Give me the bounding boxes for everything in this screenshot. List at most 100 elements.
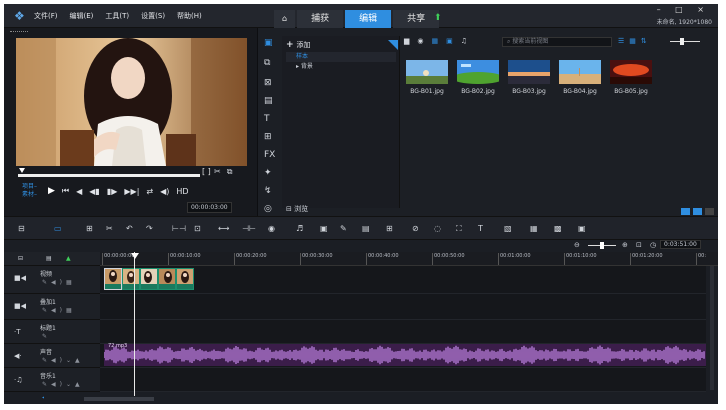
play-icon[interactable]: ▶ [48,186,55,196]
video-clip[interactable] [158,268,176,290]
upload-icon[interactable]: ⬆ [434,13,442,23]
frame-icon[interactable]: ⛶ [456,224,462,234]
track-header-music[interactable]: ·♫ 音乐1 ✎◀)⌄▲ [4,368,100,392]
show-audio-icon[interactable]: ♫ [461,37,467,45]
video-clip[interactable] [122,268,140,290]
track-settings-icon[interactable]: ⊟ [18,255,23,262]
folder-item[interactable]: 样本 [286,52,396,62]
color-grading-icon[interactable]: ▦ [530,224,538,233]
mask-icon[interactable]: ⊘ [412,224,419,233]
track-controls[interactable]: ✎◀)▦ [42,307,76,314]
trim-marker[interactable]: [ ] [202,167,211,176]
snapshot-icon[interactable]: ⧉ [227,167,233,177]
track-controls[interactable]: ✎◀)⌄▲ [42,357,84,364]
show-photo-icon[interactable]: ▣ [446,37,453,45]
media-thumb[interactable]: BG-B04.jpg [559,60,601,95]
text-icon[interactable]: T [478,224,483,233]
scrollbar-thumb[interactable] [84,397,154,401]
track-header-video[interactable]: ■◀ 视频 ✎◀)▦ [4,266,100,294]
track-controls[interactable]: ✎◀)⌄▲ [42,381,84,388]
video-track[interactable] [100,266,706,294]
zoom-out-icon[interactable]: ⊖ [574,241,580,249]
timeline-ruler[interactable]: 00:00:00:00 00:00:10:00 00:00:20:00 00:0… [100,252,718,266]
record-voice-icon[interactable]: ◉ [268,224,275,233]
lasso-icon[interactable]: ◌ [434,224,441,233]
hd-button[interactable]: HD [176,187,188,196]
auto-music-icon[interactable]: ♬ [296,224,303,233]
menu-file[interactable]: 文件(F) [34,11,58,21]
tab-edit[interactable]: 编辑 [345,10,392,28]
track-header-overlay[interactable]: ■◀ 叠加1 ✎◀)▦ [4,294,100,320]
list-view-icon[interactable]: ☰ [618,37,624,45]
timecode-display[interactable]: 00:00:03:00 [187,202,232,213]
repeat-icon[interactable]: ⇄ [146,187,153,196]
crop-icon[interactable]: ⊡ [194,224,201,233]
title-template-icon[interactable]: ▤ [264,96,273,106]
play-mode[interactable]: 项目– 素材– [22,183,37,199]
scrub-handle[interactable] [19,168,25,173]
track-lock-icon[interactable]: ▤ [46,255,52,262]
more-icon[interactable]: ◎ [264,204,272,214]
motion-track-icon[interactable]: ▣ [320,224,328,233]
prev-frame-icon[interactable]: ◀ [76,187,82,196]
media-icon[interactable]: ▣ [264,38,273,48]
media-thumb[interactable]: BG-B02.jpg [457,60,499,95]
split-icon[interactable]: ✂ [106,224,113,233]
menu-help[interactable]: 帮助(H) [177,11,202,21]
storyboard-view-icon[interactable]: ⊟ [18,224,25,233]
record-icon[interactable]: ◉ [417,37,423,45]
title-icon[interactable]: T [264,114,270,124]
step-back-icon[interactable]: ◀▮ [89,187,100,196]
show-video-icon[interactable]: ▦ [432,37,439,45]
audio-clip[interactable] [104,344,706,366]
collapse-icon[interactable] [705,208,714,215]
timeline-view-icon[interactable]: ▭ [54,224,62,233]
add-track-icon[interactable]: ▲ [66,255,71,262]
tab-capture[interactable]: 捕获 [297,10,344,28]
media-thumb[interactable]: BG-B03.jpg [508,60,550,95]
home-start-icon[interactable]: ⏮ [62,186,69,196]
step-forward-icon[interactable]: ▮▶ [107,187,118,196]
zoom-in-icon[interactable]: ⊕ [622,241,628,249]
split-screen-icon[interactable]: ▧ [504,224,512,233]
fit-icon[interactable]: ⟷ [218,224,229,233]
browse-button[interactable]: ⊟ 浏览 [286,204,308,214]
video-preview[interactable] [16,38,247,166]
track-manager-icon[interactable]: ⊞ [86,224,93,233]
menu-edit[interactable]: 编辑(E) [70,11,94,21]
playhead-handle[interactable] [131,253,139,259]
motion-icon[interactable]: ✦ [264,168,272,178]
tab-share[interactable]: 共享 [393,10,440,28]
instant-project-icon[interactable]: ⧉ [264,58,270,68]
video-clip[interactable] [140,268,158,290]
subtitle-icon[interactable]: ▤ [362,224,370,233]
undo-icon[interactable]: ↶ [126,224,133,233]
snap-icon[interactable]: ⊣⊢ [242,224,256,233]
filter-icon[interactable]: FX [264,150,275,160]
menu-settings[interactable]: 设置(S) [141,11,165,21]
scrub-bar[interactable] [18,174,200,177]
video-clip[interactable] [176,268,194,290]
timeline-zoom-slider[interactable] [588,242,616,249]
track-controls[interactable]: ✎ [42,333,51,340]
add-folder-button[interactable]: + 添加 [286,40,311,50]
graphic-icon[interactable]: ⊞ [264,132,272,142]
music-track[interactable] [100,368,706,392]
media-thumb[interactable]: BG-B05.jpg [610,60,652,95]
redo-icon[interactable]: ↷ [146,224,153,233]
overlay-track[interactable] [100,294,706,320]
sort-icon[interactable]: ⇅ [641,37,647,45]
path-icon[interactable]: ↯ [264,186,272,196]
video-mask-icon[interactable]: ▣ [578,224,586,233]
import-media-icon[interactable]: ▆ [404,37,409,45]
transition-icon[interactable]: ⊠ [264,78,272,88]
end-icon[interactable]: ▶▶| [124,187,139,196]
track-header-voice[interactable]: ◀· 声音 ✎◀)⌄▲ [4,344,100,368]
time-remap-icon[interactable]: ▩ [554,224,562,233]
media-thumb[interactable]: BG-B01.jpg [406,60,448,95]
track-header-title[interactable]: ·T 标题1 ✎ [4,320,100,344]
home-tab[interactable]: ⌂ [274,10,296,28]
folder-item[interactable]: ▸ 背景 [286,62,396,72]
video-clip[interactable] [104,268,122,290]
fit-project-icon[interactable]: ⊡ [636,241,642,249]
